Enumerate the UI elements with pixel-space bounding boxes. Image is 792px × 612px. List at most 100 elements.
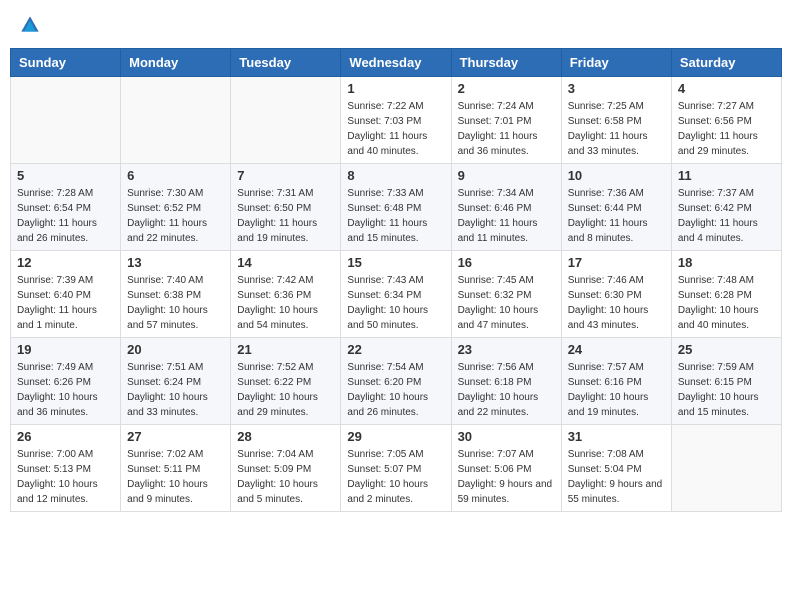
calendar-cell: 27 Sunrise: 7:02 AMSunset: 5:11 PMDayligh… [121,425,231,512]
day-info: Sunrise: 7:04 AMSunset: 5:09 PMDaylight:… [237,447,334,507]
day-number: 1 [347,81,444,96]
day-number: 27 [127,429,224,444]
calendar-cell: 18 Sunrise: 7:48 AMSunset: 6:28 PMDayligh… [671,251,781,338]
calendar-cell: 19 Sunrise: 7:49 AMSunset: 6:26 PMDayligh… [11,338,121,425]
day-number: 17 [568,255,665,270]
calendar-week-row: 19 Sunrise: 7:49 AMSunset: 6:26 PMDayligh… [11,338,782,425]
calendar-week-row: 26 Sunrise: 7:00 AMSunset: 5:13 PMDayligh… [11,425,782,512]
calendar-cell: 29 Sunrise: 7:05 AMSunset: 5:07 PMDayligh… [341,425,451,512]
calendar-cell: 10 Sunrise: 7:36 AMSunset: 6:44 PMDayligh… [561,164,671,251]
day-number: 12 [17,255,114,270]
day-number: 18 [678,255,775,270]
calendar-week-row: 12 Sunrise: 7:39 AMSunset: 6:40 PMDayligh… [11,251,782,338]
calendar-cell: 30Sunrise: 7:07 AMSunset: 5:06 PMDayligh… [451,425,561,512]
calendar-cell: 31 Sunrise: 7:08 AMSunset: 5:04 PMDayligh… [561,425,671,512]
calendar-cell: 28 Sunrise: 7:04 AMSunset: 5:09 PMDayligh… [231,425,341,512]
day-info: Sunrise: 7:43 AMSunset: 6:34 PMDaylight:… [347,273,444,333]
day-number: 5 [17,168,114,183]
day-number: 22 [347,342,444,357]
day-number: 26 [17,429,114,444]
day-info: Sunrise: 7:54 AMSunset: 6:20 PMDaylight:… [347,360,444,420]
day-info: Sunrise: 7:57 AMSunset: 6:16 PMDaylight:… [568,360,665,420]
calendar-cell: 15 Sunrise: 7:43 AMSunset: 6:34 PMDayligh… [341,251,451,338]
day-info: Sunrise: 7:25 AMSunset: 6:58 PMDaylight:… [568,99,665,159]
calendar-cell [11,77,121,164]
calendar-cell: 3 Sunrise: 7:25 AMSunset: 6:58 PMDaylight… [561,77,671,164]
calendar-header-thursday: Thursday [451,49,561,77]
day-number: 13 [127,255,224,270]
calendar-cell: 17 Sunrise: 7:46 AMSunset: 6:30 PMDayligh… [561,251,671,338]
calendar-cell: 14 Sunrise: 7:42 AMSunset: 6:36 PMDayligh… [231,251,341,338]
day-info: Sunrise: 7:46 AMSunset: 6:30 PMDaylight:… [568,273,665,333]
calendar-cell: 16 Sunrise: 7:45 AMSunset: 6:32 PMDayligh… [451,251,561,338]
day-number: 25 [678,342,775,357]
calendar-header-tuesday: Tuesday [231,49,341,77]
day-number: 24 [568,342,665,357]
day-number: 19 [17,342,114,357]
day-info: Sunrise: 7:36 AMSunset: 6:44 PMDaylight:… [568,186,665,246]
day-info: Sunrise: 7:02 AMSunset: 5:11 PMDaylight:… [127,447,224,507]
calendar-header-sunday: Sunday [11,49,121,77]
calendar-cell: 5Sunrise: 7:28 AMSunset: 6:54 PMDaylight… [11,164,121,251]
day-info: Sunrise: 7:00 AMSunset: 5:13 PMDaylight:… [17,447,114,507]
day-number: 10 [568,168,665,183]
day-info: Sunrise: 7:33 AMSunset: 6:48 PMDaylight:… [347,186,444,246]
day-number: 16 [458,255,555,270]
day-info: Sunrise: 7:22 AMSunset: 7:03 PMDaylight:… [347,99,444,159]
calendar-cell: 24 Sunrise: 7:57 AMSunset: 6:16 PMDayligh… [561,338,671,425]
calendar-table: SundayMondayTuesdayWednesdayThursdayFrid… [10,48,782,512]
calendar-cell: 20Sunrise: 7:51 AMSunset: 6:24 PMDayligh… [121,338,231,425]
calendar-header-saturday: Saturday [671,49,781,77]
day-number: 30 [458,429,555,444]
day-info: Sunrise: 7:59 AMSunset: 6:15 PMDaylight:… [678,360,775,420]
calendar-cell [671,425,781,512]
day-info: Sunrise: 7:48 AMSunset: 6:28 PMDaylight:… [678,273,775,333]
calendar-cell: 7 Sunrise: 7:31 AMSunset: 6:50 PMDaylight… [231,164,341,251]
day-info: Sunrise: 7:05 AMSunset: 5:07 PMDaylight:… [347,447,444,507]
day-info: Sunrise: 7:51 AMSunset: 6:24 PMDaylight:… [127,360,224,420]
day-number: 7 [237,168,334,183]
calendar-cell: 9 Sunrise: 7:34 AMSunset: 6:46 PMDaylight… [451,164,561,251]
calendar-cell: 4 Sunrise: 7:27 AMSunset: 6:56 PMDaylight… [671,77,781,164]
calendar-cell: 12 Sunrise: 7:39 AMSunset: 6:40 PMDayligh… [11,251,121,338]
day-info: Sunrise: 7:42 AMSunset: 6:36 PMDaylight:… [237,273,334,333]
calendar-cell: 13 Sunrise: 7:40 AMSunset: 6:38 PMDayligh… [121,251,231,338]
day-info: Sunrise: 7:49 AMSunset: 6:26 PMDaylight:… [17,360,114,420]
day-info: Sunrise: 7:31 AMSunset: 6:50 PMDaylight:… [237,186,334,246]
day-number: 6 [127,168,224,183]
day-number: 8 [347,168,444,183]
day-info: Sunrise: 7:40 AMSunset: 6:38 PMDaylight:… [127,273,224,333]
calendar-cell [231,77,341,164]
calendar-cell [121,77,231,164]
page-header [10,10,782,40]
day-number: 31 [568,429,665,444]
logo-icon [20,15,40,35]
calendar-cell: 23Sunrise: 7:56 AMSunset: 6:18 PMDayligh… [451,338,561,425]
day-info: Sunrise: 7:39 AMSunset: 6:40 PMDaylight:… [17,273,114,333]
calendar-cell: 6 Sunrise: 7:30 AMSunset: 6:52 PMDaylight… [121,164,231,251]
day-info: Sunrise: 7:27 AMSunset: 6:56 PMDaylight:… [678,99,775,159]
day-info: Sunrise: 7:34 AMSunset: 6:46 PMDaylight:… [458,186,555,246]
day-number: 3 [568,81,665,96]
day-info: Sunrise: 7:30 AMSunset: 6:52 PMDaylight:… [127,186,224,246]
day-number: 21 [237,342,334,357]
calendar-header-monday: Monday [121,49,231,77]
calendar-header-wednesday: Wednesday [341,49,451,77]
day-info: Sunrise: 7:45 AMSunset: 6:32 PMDaylight:… [458,273,555,333]
day-number: 15 [347,255,444,270]
day-number: 11 [678,168,775,183]
day-number: 29 [347,429,444,444]
day-number: 14 [237,255,334,270]
day-number: 2 [458,81,555,96]
day-info: Sunrise: 7:56 AMSunset: 6:18 PMDaylight:… [458,360,555,420]
logo [20,15,45,35]
calendar-cell: 2Sunrise: 7:24 AMSunset: 7:01 PMDaylight… [451,77,561,164]
day-number: 28 [237,429,334,444]
day-info: Sunrise: 7:52 AMSunset: 6:22 PMDaylight:… [237,360,334,420]
day-number: 9 [458,168,555,183]
day-number: 4 [678,81,775,96]
calendar-cell: 1 Sunrise: 7:22 AMSunset: 7:03 PMDaylight… [341,77,451,164]
calendar-cell: 22 Sunrise: 7:54 AMSunset: 6:20 PMDayligh… [341,338,451,425]
day-info: Sunrise: 7:08 AMSunset: 5:04 PMDaylight:… [568,447,665,507]
calendar-cell: 26 Sunrise: 7:00 AMSunset: 5:13 PMDayligh… [11,425,121,512]
